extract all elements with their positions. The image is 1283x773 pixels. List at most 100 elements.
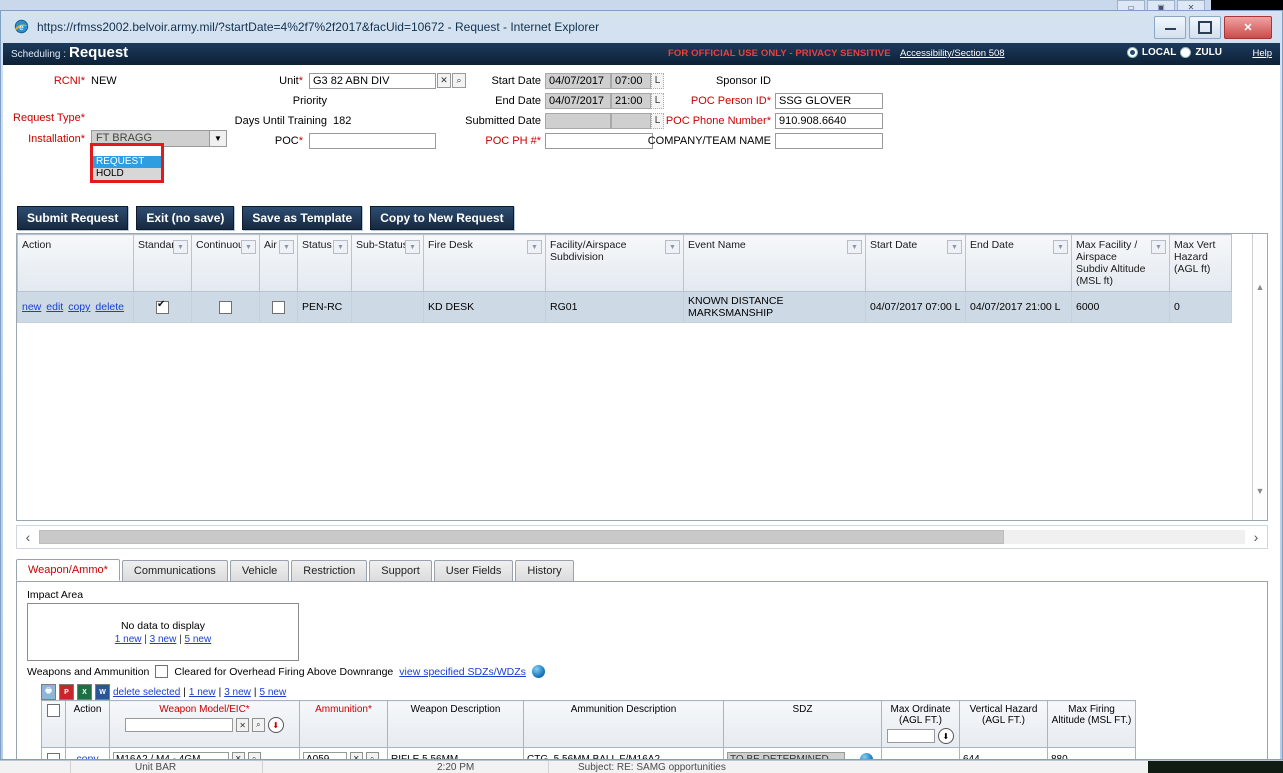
cell-air[interactable] (259, 291, 298, 323)
col-sub-status[interactable]: Sub-Status ▼ (351, 234, 424, 292)
pdf-icon[interactable]: P (59, 684, 74, 700)
accessibility-link[interactable]: Accessibility/Section 508 (900, 48, 1005, 59)
dropdown-option-hold[interactable]: HOLD (93, 168, 161, 180)
table-row[interactable]: newedit copy delete PEN-RC KD DESK RG01 KN… (17, 291, 1232, 323)
cell-weapon-model[interactable]: ✕ ⌕ (109, 747, 300, 759)
help-link[interactable]: Help (1252, 48, 1272, 59)
weapon-filter-search-icon[interactable]: ⌕ (251, 718, 265, 732)
minimize-button[interactable] (1154, 16, 1186, 39)
col-continuous[interactable]: Continuous ▼ (191, 234, 260, 292)
ammunition-clear-icon[interactable]: ✕ (349, 751, 363, 759)
filter-icon[interactable]: ▼ (333, 240, 348, 254)
tab-restriction[interactable]: Restriction (291, 560, 368, 581)
col-max-facility-alt[interactable]: Max Facility / Airspace Subdiv Altitude … (1071, 234, 1170, 292)
col-end-date[interactable]: End Date ▼ (965, 234, 1072, 292)
unit-input[interactable]: G3 82 ABN DIV (309, 73, 436, 89)
timezone-toggle[interactable]: LOCAL ZULU (1126, 47, 1222, 58)
dropdown-option-request[interactable]: REQUEST (93, 156, 161, 168)
col-max-vert-hazard[interactable]: Max Vert Hazard (AGL ft) (1169, 234, 1232, 292)
row-copy-link[interactable]: copy (76, 753, 98, 759)
scroll-left-icon[interactable]: ‹ (17, 529, 39, 545)
weapon-filter-clear-icon[interactable]: ✕ (236, 718, 250, 732)
standard-checkbox[interactable] (156, 299, 169, 314)
row-action-edit[interactable]: edit (46, 301, 63, 313)
poc-phone-input[interactable]: 910.908.6640 (775, 113, 883, 129)
filter-icon[interactable]: ▼ (173, 240, 188, 254)
filter-icon[interactable]: ▼ (279, 240, 294, 254)
col-facility-airspace[interactable]: Facility/Airspace Subdivision ▼ (545, 234, 684, 292)
tab-communications[interactable]: Communications (121, 560, 228, 581)
company-team-input[interactable] (775, 133, 883, 149)
tab-weapon-ammo[interactable]: Weapon/Ammo* (16, 559, 120, 581)
row-select-checkbox[interactable] (47, 752, 60, 759)
cell-actions[interactable]: new edit copy delete (17, 291, 134, 323)
excel-icon[interactable]: X (77, 684, 92, 700)
filter-icon[interactable]: ▼ (527, 240, 542, 254)
save-as-template-button[interactable]: Save as Template (242, 206, 363, 230)
row-action-new[interactable]: new (22, 301, 41, 313)
close-button[interactable]: ✕ (1224, 16, 1272, 39)
tab-vehicle[interactable]: Vehicle (229, 560, 290, 581)
view-sdz-wdz-link[interactable]: view specified SDZs/WDZs (399, 666, 526, 678)
print-icon[interactable]: 🖶 (41, 684, 56, 700)
cell-max-ordinate[interactable] (881, 747, 960, 759)
col-event-name[interactable]: Event Name ▼ (683, 234, 866, 292)
hscroll-thumb[interactable] (39, 530, 1004, 544)
start-time-input[interactable]: 07:00 (611, 73, 651, 89)
cell-row-select[interactable] (41, 747, 66, 759)
continuous-checkbox[interactable] (219, 300, 232, 314)
end-time-input[interactable]: 21:00 (611, 93, 651, 109)
filter-icon[interactable]: ▼ (665, 240, 680, 254)
end-date-input[interactable]: 04/07/2017 (545, 93, 611, 109)
col-air[interactable]: Air ▼ (259, 234, 298, 292)
maximize-button[interactable] (1189, 16, 1221, 39)
poc-ph-input[interactable] (545, 133, 653, 149)
scroll-right-icon[interactable]: › (1245, 529, 1267, 545)
hscroll-track[interactable] (39, 530, 1245, 544)
start-date-input[interactable]: 04/07/2017 (545, 73, 611, 89)
request-type-dropdown-open[interactable]: REQUEST HOLD (90, 143, 164, 183)
cell-w-action[interactable]: copy (65, 747, 110, 759)
radio-zulu-icon[interactable] (1180, 47, 1192, 58)
word-icon[interactable]: W (95, 684, 110, 700)
row-action-delete[interactable]: delete (95, 301, 124, 313)
max-ordinate-apply-icon[interactable]: ⬇ (937, 728, 954, 744)
select-all-checkbox[interactable] (47, 704, 60, 717)
filter-icon[interactable]: ▼ (1053, 240, 1068, 254)
tab-user-fields[interactable]: User Fields (433, 560, 514, 581)
sdz-globe-icon[interactable] (859, 752, 873, 759)
ammunition-input[interactable] (303, 752, 347, 759)
cell-continuous[interactable] (191, 291, 260, 323)
tab-support[interactable]: Support (369, 560, 432, 581)
row-action-copy[interactable]: copy (68, 301, 90, 313)
filter-icon[interactable]: ▼ (1151, 240, 1166, 254)
col-status[interactable]: Status ▼ (297, 234, 352, 292)
scroll-down-icon[interactable]: ▼ (1253, 484, 1267, 498)
weapons-1-new-link[interactable]: 1 new (189, 687, 216, 698)
col-fire-desk[interactable]: Fire Desk ▼ (423, 234, 546, 292)
col-standard[interactable]: Standard ▼ (133, 234, 192, 292)
max-ordinate-filter-input[interactable] (887, 729, 936, 744)
cell-standard[interactable] (133, 291, 192, 323)
filter-icon[interactable]: ▼ (405, 240, 420, 254)
impact-5-new-link[interactable]: 5 new (185, 634, 212, 645)
weapons-5-new-link[interactable]: 5 new (259, 687, 286, 698)
radio-local-icon[interactable] (1126, 47, 1138, 58)
submitted-date-input[interactable] (545, 113, 611, 129)
weapons-3-new-link[interactable]: 3 new (224, 687, 251, 698)
weapon-model-clear-icon[interactable]: ✕ (231, 751, 245, 759)
globe-icon[interactable] (531, 665, 545, 678)
grid-vertical-scrollbar[interactable]: ▲ ▼ (1252, 234, 1267, 520)
dropdown-blank-option[interactable] (93, 146, 161, 156)
ammunition-search-icon[interactable]: ⌕ (365, 751, 379, 759)
weapon-model-search-icon[interactable]: ⌕ (247, 751, 261, 759)
filter-icon[interactable]: ▼ (241, 240, 256, 254)
weapon-filter-apply-icon[interactable]: ⬇ (267, 717, 284, 733)
copy-to-new-request-button[interactable]: Copy to New Request (370, 206, 514, 230)
filter-icon[interactable]: ▼ (947, 240, 962, 254)
col-action[interactable]: Action (17, 234, 134, 292)
weapon-model-filter-input[interactable] (125, 718, 234, 733)
filter-icon[interactable]: ▼ (847, 240, 862, 254)
col-start-date[interactable]: Start Date ▼ (865, 234, 966, 292)
air-checkbox[interactable] (272, 300, 285, 314)
